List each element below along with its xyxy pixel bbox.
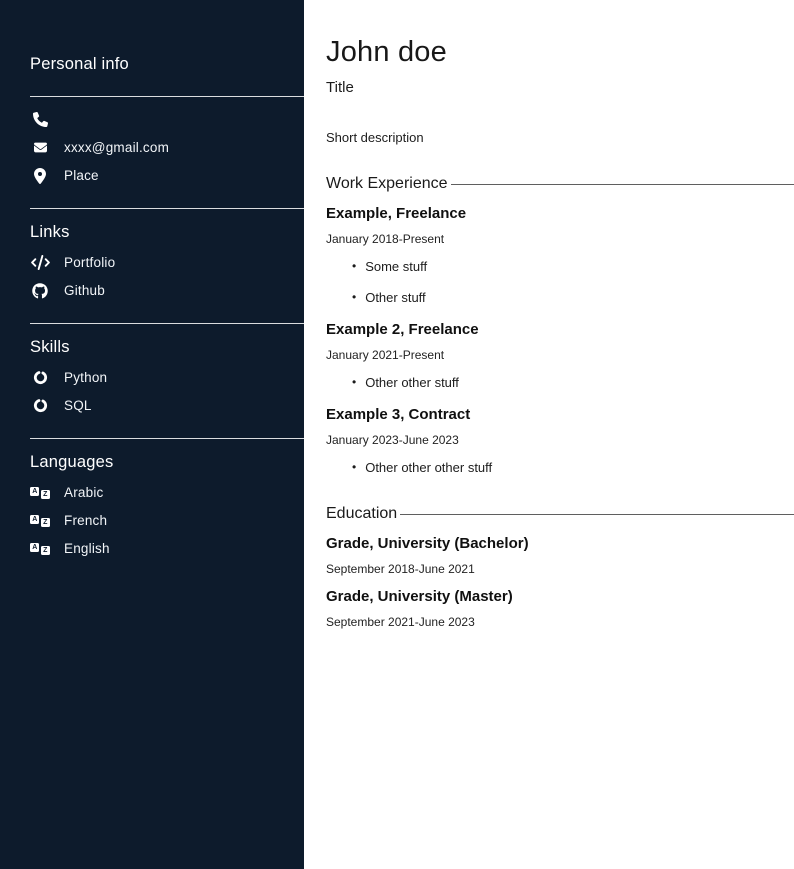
- circle-notch-icon: [30, 398, 50, 413]
- sidebar-item-language-english: AZ English: [30, 540, 304, 557]
- code-icon: [30, 255, 50, 270]
- sidebar-item-skill-python: Python: [30, 369, 304, 386]
- education-entry-dates: September 2021-June 2023: [326, 615, 794, 629]
- place-label: Place: [64, 168, 99, 183]
- resume-page: Personal info xxxx@gmail.com Place Links: [0, 0, 794, 869]
- education-entry-dates: September 2018-June 2021: [326, 562, 794, 576]
- sidebar-divider: [30, 96, 304, 97]
- language-label: French: [64, 513, 107, 528]
- language-label: English: [64, 541, 110, 556]
- email-label: xxxx@gmail.com: [64, 140, 169, 155]
- sidebar: Personal info xxxx@gmail.com Place Links: [0, 0, 304, 869]
- section-heading-label: Work Experience: [326, 175, 448, 193]
- portfolio-link-label: Portfolio: [64, 255, 115, 270]
- sidebar-item-language-french: AZ French: [30, 512, 304, 529]
- bullet-item: Other stuff: [352, 290, 794, 305]
- work-entry-title: Example, Freelance: [326, 205, 794, 222]
- candidate-name: John doe: [326, 36, 794, 69]
- language-label: Arabic: [64, 485, 103, 500]
- bullet-item: Other other other stuff: [352, 460, 794, 475]
- sidebar-item-skill-sql: SQL: [30, 397, 304, 414]
- work-entry-bullets: Other other stuff: [326, 375, 794, 390]
- sidebar-item-phone: [30, 111, 304, 128]
- education-entry-title: Grade, University (Master): [326, 588, 794, 605]
- github-icon: [30, 283, 50, 299]
- work-entry-title: Example 2, Freelance: [326, 321, 794, 338]
- work-entry-dates: January 2018-Present: [326, 232, 794, 246]
- candidate-title: Title: [326, 79, 794, 96]
- circle-notch-icon: [30, 370, 50, 385]
- short-description: Short description: [326, 130, 794, 145]
- bullet-item: Other other stuff: [352, 375, 794, 390]
- main-content: John doe Title Short description Work Ex…: [304, 0, 794, 869]
- sidebar-item-email: xxxx@gmail.com: [30, 139, 304, 156]
- languages-heading: Languages: [30, 453, 304, 472]
- work-entry-bullets: Other other other stuff: [326, 460, 794, 475]
- work-entry-dates: January 2023-June 2023: [326, 433, 794, 447]
- personal-info-heading: Personal info: [30, 55, 304, 74]
- language-az-icon: AZ: [30, 543, 50, 555]
- work-entry-title: Example 3, Contract: [326, 406, 794, 423]
- sidebar-divider: [30, 438, 304, 439]
- section-divider-line: [400, 514, 794, 515]
- language-az-icon: AZ: [30, 515, 50, 527]
- sidebar-item-language-arabic: AZ Arabic: [30, 484, 304, 501]
- section-divider-line: [451, 184, 794, 185]
- links-heading: Links: [30, 223, 304, 242]
- sidebar-divider: [30, 323, 304, 324]
- location-pin-icon: [30, 168, 50, 184]
- skills-heading: Skills: [30, 338, 304, 357]
- envelope-icon: [30, 141, 50, 154]
- work-experience-section-heading: Work Experience: [326, 175, 794, 193]
- education-entry-title: Grade, University (Bachelor): [326, 535, 794, 552]
- bullet-item: Some stuff: [352, 259, 794, 274]
- sidebar-item-github[interactable]: Github: [30, 282, 304, 299]
- sidebar-item-place: Place: [30, 167, 304, 184]
- skill-label: Python: [64, 370, 107, 385]
- skill-label: SQL: [64, 398, 92, 413]
- section-heading-label: Education: [326, 505, 397, 523]
- language-az-icon: AZ: [30, 487, 50, 499]
- sidebar-item-portfolio[interactable]: Portfolio: [30, 254, 304, 271]
- github-link-label: Github: [64, 283, 105, 298]
- work-entry-bullets: Some stuff Other stuff: [326, 259, 794, 305]
- education-section-heading: Education: [326, 505, 794, 523]
- work-entry-dates: January 2021-Present: [326, 348, 794, 362]
- phone-icon: [30, 112, 50, 127]
- sidebar-divider: [30, 208, 304, 209]
